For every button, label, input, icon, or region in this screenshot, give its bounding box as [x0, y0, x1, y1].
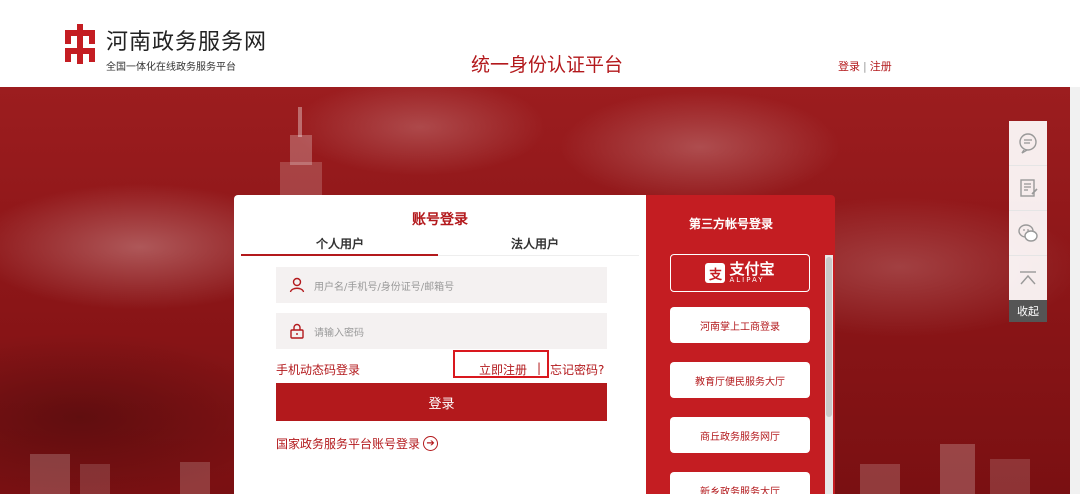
- third-party-title: 第三方帐号登录: [688, 217, 773, 231]
- arrow-right-icon: ➔: [423, 436, 439, 451]
- alipay-icon: 支: [705, 263, 726, 283]
- national-platform-login-link[interactable]: 国家政务服务平台账号登录 ➔: [276, 435, 439, 452]
- edit-icon[interactable]: [1009, 166, 1047, 211]
- username-placeholder: 用户名/手机号/身份证号/邮箱号: [314, 281, 455, 293]
- login-button[interactable]: 登录: [276, 383, 607, 421]
- page-header: 河南政务服务网 全国一体化在线政务服务平台 统一身份认证平台 登录 | 注册: [0, 0, 1080, 87]
- alipay-label: 支付宝 ALIPAY: [729, 262, 774, 284]
- forgot-password-link[interactable]: 忘记密码?: [550, 361, 604, 378]
- national-login-label: 国家政务服务平台账号登录: [276, 437, 421, 451]
- active-tab-indicator: [241, 254, 438, 256]
- sms-login-link[interactable]: 手机动态码登录: [276, 361, 360, 378]
- login-panel: 账号登录 个人用户 法人用户 用户名/手机号/身份证号/邮箱号 请输入密码 手机…: [234, 195, 646, 494]
- username-field[interactable]: 用户名/手机号/身份证号/邮箱号: [276, 267, 607, 303]
- site-subtitle: 全国一体化在线政务服务平台: [106, 62, 236, 73]
- lock-icon: [282, 323, 312, 339]
- register-highlight-box: [453, 350, 549, 378]
- password-placeholder: 请输入密码: [314, 327, 364, 339]
- platform-title: 统一身份认证平台: [471, 54, 624, 76]
- tab-personal-user[interactable]: 个人用户: [316, 235, 364, 252]
- sidebar-collapse-button[interactable]: 收起: [1009, 300, 1047, 322]
- shangqiu-hall-login-button[interactable]: 商丘政务服务网厅: [670, 417, 810, 453]
- alipay-cn-text: 支付宝: [729, 260, 775, 278]
- henan-logo-icon: [65, 24, 95, 64]
- third-party-scroll-thumb[interactable]: [826, 257, 832, 417]
- back-to-top-icon[interactable]: [1009, 256, 1047, 301]
- site-title: 河南政务服务网: [106, 30, 268, 55]
- third-party-login-panel: 第三方帐号登录 支 支付宝 ALIPAY 河南掌上工商登录 教育厅便民服务大厅 …: [646, 195, 835, 494]
- xinxiang-hall-login-button[interactable]: 新乡政务服务大厅: [670, 472, 810, 494]
- password-field[interactable]: 请输入密码: [276, 313, 607, 349]
- wechat-icon[interactable]: [1009, 211, 1047, 256]
- tab-corporate-user[interactable]: 法人用户: [511, 235, 559, 252]
- education-hall-login-button[interactable]: 教育厅便民服务大厅: [670, 362, 810, 398]
- user-icon: [282, 277, 312, 293]
- header-link-separator: |: [863, 60, 867, 73]
- header-register-link[interactable]: 注册: [870, 60, 892, 73]
- side-toolbar: [1009, 121, 1047, 301]
- alipay-login-button[interactable]: 支 支付宝 ALIPAY: [670, 254, 810, 292]
- top-auth-links: 登录 | 注册: [838, 58, 892, 74]
- henan-business-login-button[interactable]: 河南掌上工商登录: [670, 307, 810, 343]
- login-title: 账号登录: [412, 212, 468, 228]
- header-login-link[interactable]: 登录: [838, 60, 860, 73]
- page-scrollbar[interactable]: [1070, 87, 1080, 494]
- chat-icon[interactable]: [1009, 121, 1047, 166]
- alipay-en-text: ALIPAY: [729, 276, 765, 284]
